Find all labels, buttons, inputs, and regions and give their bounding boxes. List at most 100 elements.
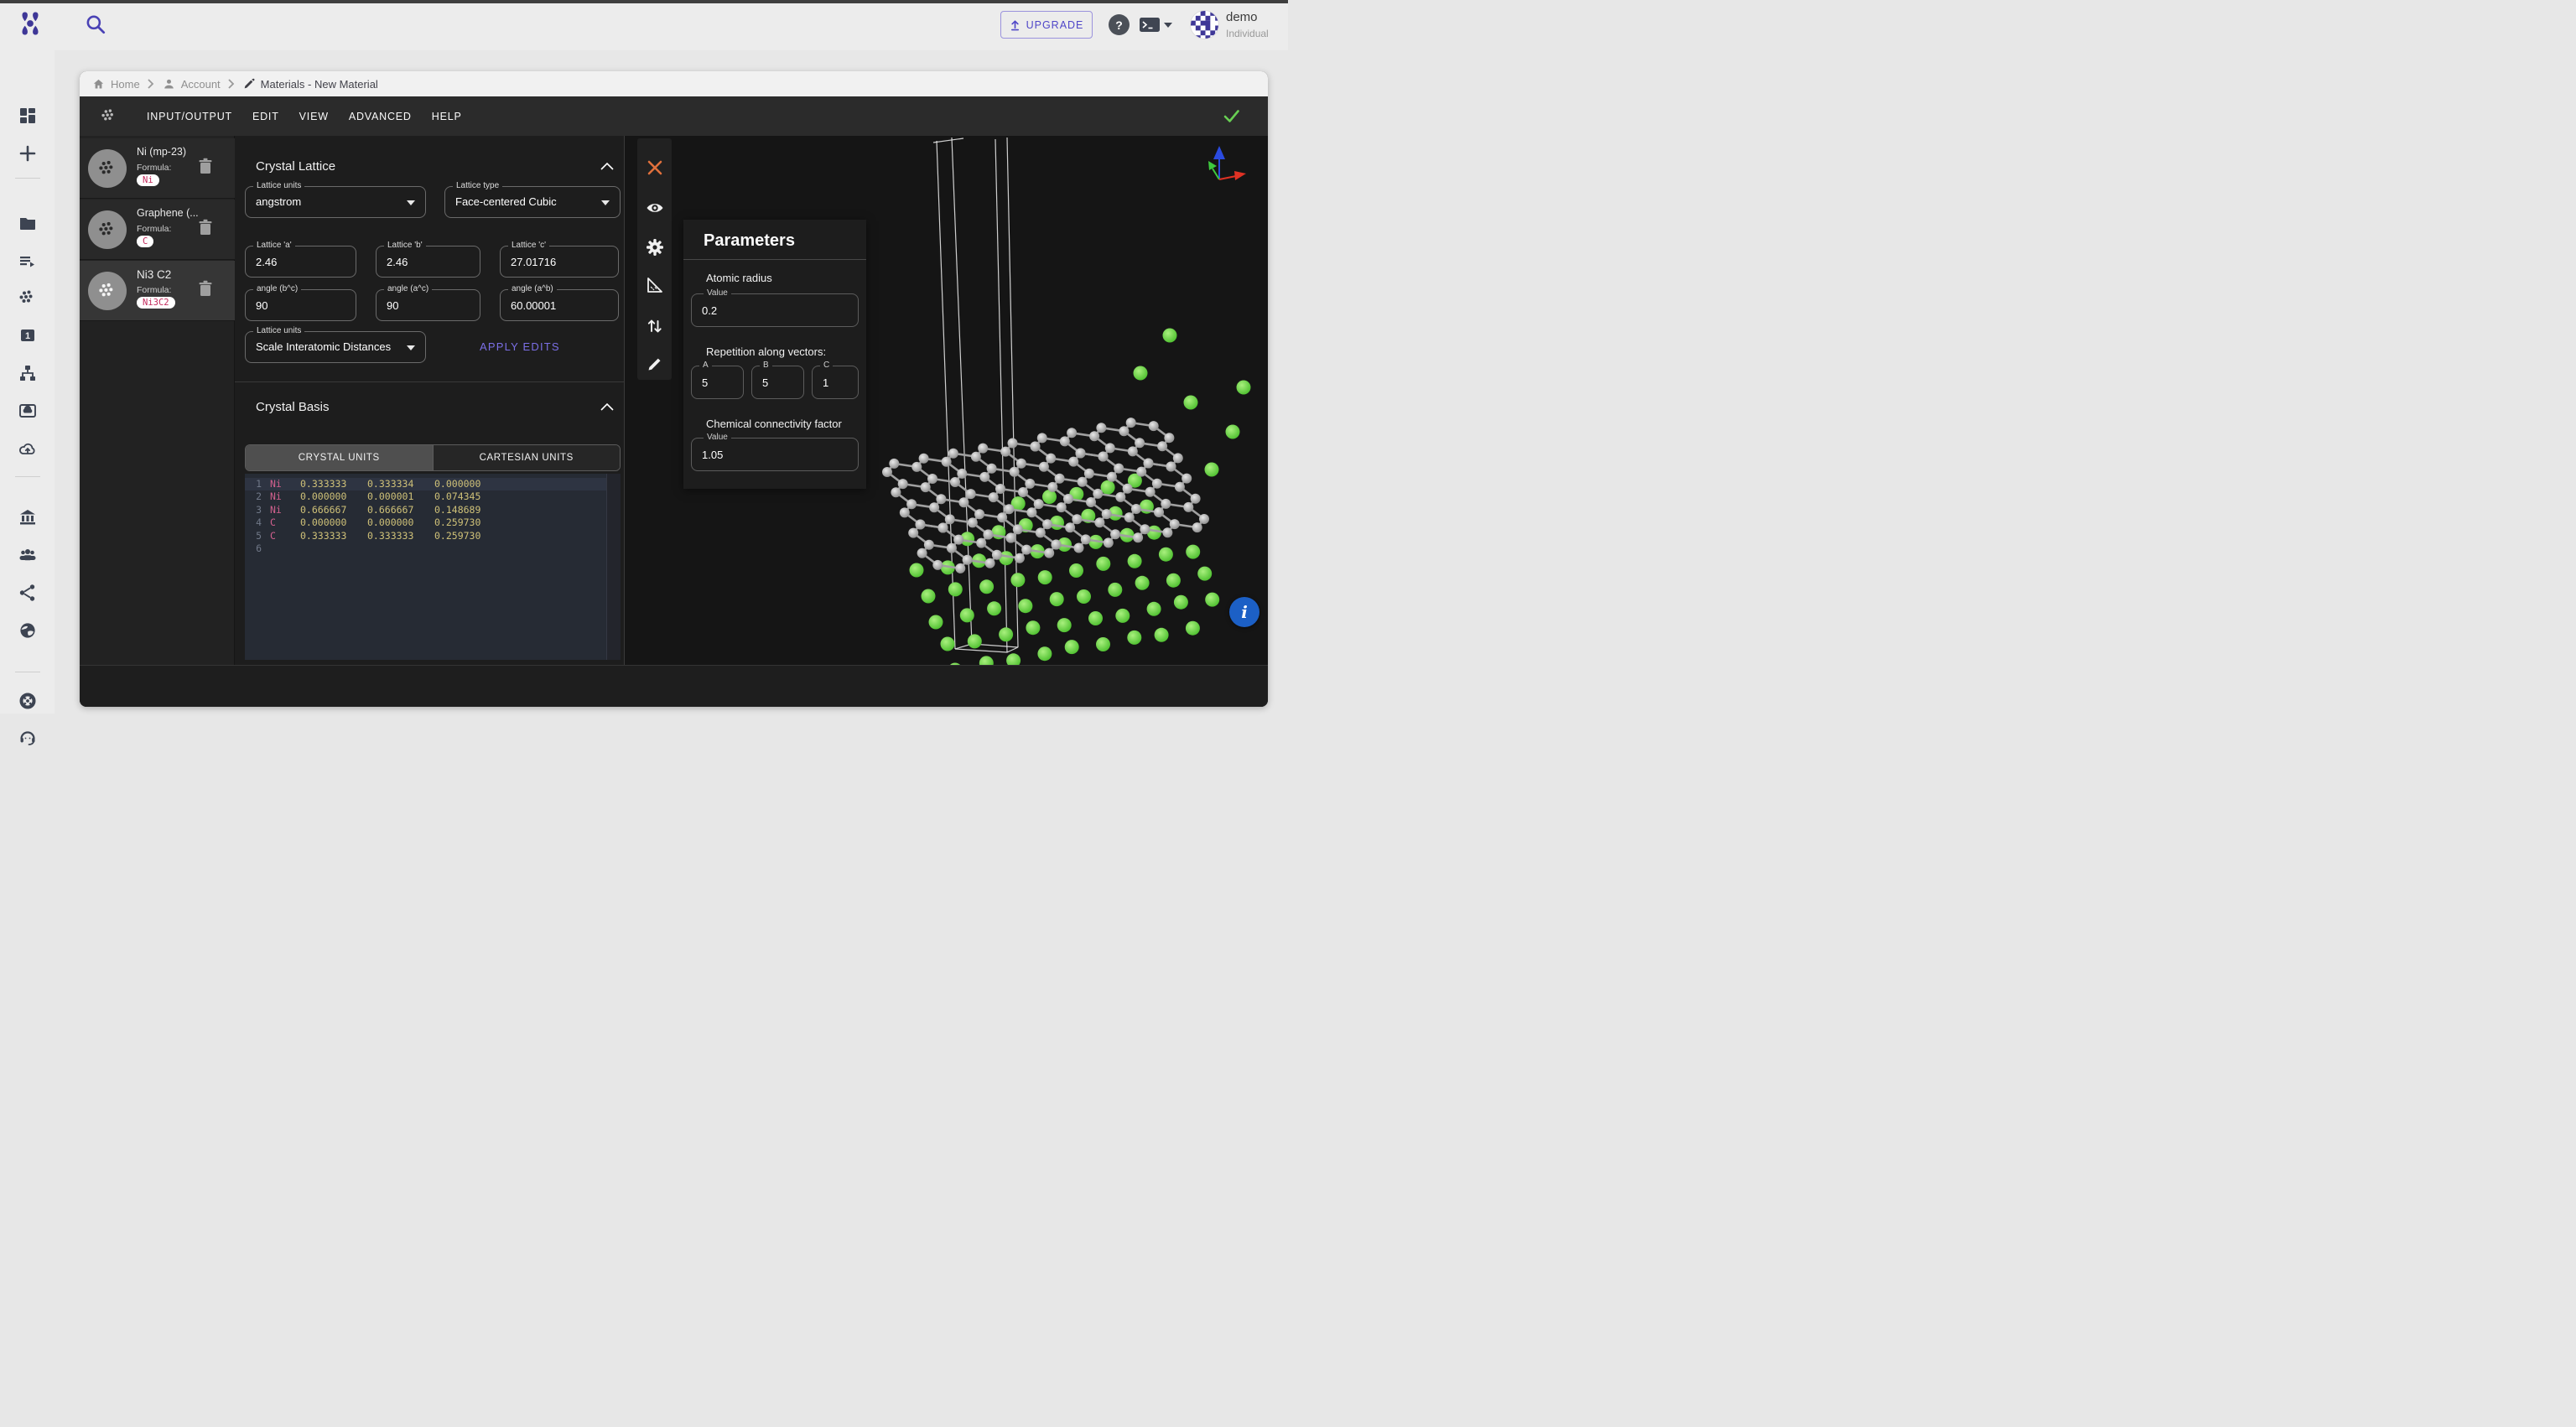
repetition-a-field: A (691, 366, 744, 399)
menu-input-output[interactable]: INPUT/OUTPUT (137, 104, 242, 129)
rail-divider (15, 476, 40, 477)
lattice-a-field: Lattice 'a' (245, 246, 356, 278)
lattice-type-select[interactable]: Lattice type Face-centered Cubic (444, 186, 621, 218)
lattice-units-mode-select[interactable]: Lattice units Scale Interatomic Distance… (245, 331, 426, 363)
save-check-icon[interactable] (1222, 108, 1241, 124)
breadcrumb: Home Account Materials - New Material (80, 71, 1268, 96)
institution-bank-icon[interactable] (18, 507, 38, 527)
breadcrumb-current: Materials - New Material (242, 77, 378, 91)
person-icon (162, 77, 176, 91)
lattice-b-input[interactable] (377, 246, 480, 277)
share-icon[interactable] (18, 583, 38, 603)
terminal-icon (1139, 17, 1161, 34)
parameters-panel: Parameters Atomic radius Value Repetitio… (683, 220, 866, 489)
basis-code-editor[interactable]: 1Ni 0.3333330.3333340.000000 2Ni 0.00000… (245, 474, 606, 660)
upgrade-label: UPGRADE (1026, 19, 1084, 31)
lattice-units-select[interactable]: Lattice units angstrom (245, 186, 426, 218)
angle-bc-input[interactable] (246, 290, 356, 320)
globe-icon[interactable] (18, 620, 38, 641)
helm-wheel-icon[interactable] (18, 691, 38, 711)
repetition-b-input[interactable] (752, 366, 803, 398)
material-item-graphene[interactable]: Graphene (... Formula: C (80, 200, 235, 260)
atomic-radius-label: Atomic radius (706, 272, 772, 284)
basis-units-tabs: CRYSTAL UNITS CARTESIAN UNITS (245, 444, 621, 471)
home-icon (91, 77, 106, 91)
collapse-chevron-icon[interactable] (600, 403, 614, 411)
formula-badge: Ni (137, 174, 159, 186)
repetition-a-input[interactable] (692, 366, 743, 398)
repetition-b-field: B (751, 366, 804, 399)
material-title: Ni (mp-23) (137, 146, 186, 158)
menu-help[interactable]: HELP (422, 104, 472, 129)
upload-icon (1010, 18, 1021, 31)
material-item-ni[interactable]: Ni (mp-23) Formula: Ni (80, 138, 235, 199)
cloud-upload-icon[interactable] (18, 439, 38, 459)
menu-view[interactable]: VIEW (289, 104, 339, 129)
media-image-icon[interactable] (18, 401, 38, 421)
materials-molecule-icon[interactable] (18, 288, 38, 309)
console-menu-button[interactable] (1139, 17, 1172, 34)
chevron-right-icon (148, 79, 154, 89)
connectivity-input[interactable] (692, 438, 858, 470)
formula-badge: Ni3C2 (137, 297, 175, 309)
viewer-toolbar (637, 138, 672, 380)
material-avatar (88, 210, 127, 249)
user-avatar[interactable] (1190, 10, 1219, 39)
material-title: Ni3 C2 (137, 268, 171, 281)
lattice-a-input[interactable] (246, 246, 356, 277)
apply-edits-button[interactable]: APPLY EDITS (480, 340, 560, 353)
bank-one-icon[interactable]: 1 (18, 325, 38, 345)
material-item-ni3c2-selected[interactable]: Ni3 C2 Formula: Ni3C2 (80, 261, 235, 321)
edit-pencil-icon[interactable] (645, 354, 665, 374)
close-icon[interactable] (645, 158, 665, 178)
angle-ac-input[interactable] (377, 290, 480, 320)
atomic-radius-input[interactable] (692, 294, 858, 326)
support-agent-icon[interactable] (18, 728, 38, 748)
workflows-tree-icon[interactable] (18, 363, 38, 383)
repetition-label: Repetition along vectors: (706, 345, 826, 358)
lattice-c-field: Lattice 'c' (500, 246, 619, 278)
breadcrumb-account[interactable]: Account (162, 77, 221, 91)
rail-divider (15, 178, 40, 179)
breadcrumb-home[interactable]: Home (91, 77, 140, 91)
swap-vertical-icon[interactable] (645, 316, 665, 336)
lattice-type-value: Face-centered Cubic (445, 187, 620, 217)
panel-divider (683, 259, 866, 260)
upgrade-button[interactable]: UPGRADE (1000, 11, 1093, 39)
delete-trash-icon[interactable] (197, 157, 214, 175)
info-button[interactable]: i (1229, 597, 1259, 627)
app-logo-icon (15, 8, 45, 39)
materials-list: Ni (mp-23) Formula: Ni Graphene (... For… (80, 136, 235, 665)
delete-trash-icon[interactable] (197, 218, 214, 236)
info-icon: i (1241, 602, 1248, 622)
help-button[interactable]: ? (1109, 14, 1130, 35)
repetition-c-input[interactable] (813, 366, 858, 398)
editor-scrollbar[interactable] (606, 474, 621, 660)
create-new-icon[interactable] (18, 143, 38, 163)
section-divider (235, 381, 625, 382)
formula-badge: C (137, 236, 153, 247)
dashboard-icon[interactable] (18, 106, 38, 126)
menu-advanced[interactable]: ADVANCED (339, 104, 422, 129)
angle-ab-field: angle (a^b) (500, 289, 619, 321)
tab-cartesian-units[interactable]: CARTESIAN UNITS (433, 445, 621, 470)
basis-row: 4C 0.0000000.0000000.259730 (245, 516, 606, 529)
projects-folder-icon[interactable] (18, 213, 38, 233)
measure-ruler-icon[interactable] (645, 275, 665, 295)
structure-editor-column: Crystal Lattice Lattice units angstrom L… (235, 136, 625, 665)
delete-trash-icon[interactable] (197, 279, 214, 298)
tab-crystal-units[interactable]: CRYSTAL UNITS (246, 445, 433, 470)
material-title: Graphene (... (137, 207, 199, 219)
settings-gear-icon[interactable] (645, 237, 665, 257)
menu-edit[interactable]: EDIT (242, 104, 289, 129)
lattice-c-input[interactable] (501, 246, 618, 277)
connectivity-label: Chemical connectivity factor (706, 418, 842, 430)
visibility-eye-icon[interactable] (645, 198, 665, 218)
search-icon[interactable] (84, 13, 107, 36)
svg-text:1: 1 (25, 331, 30, 341)
jobs-playlist-icon[interactable] (18, 252, 38, 272)
collapse-chevron-icon[interactable] (600, 163, 614, 170)
app-shell: Home Account Materials - New Material IN… (80, 71, 1268, 707)
team-group-icon[interactable] (18, 545, 38, 565)
angle-ab-input[interactable] (501, 290, 618, 320)
